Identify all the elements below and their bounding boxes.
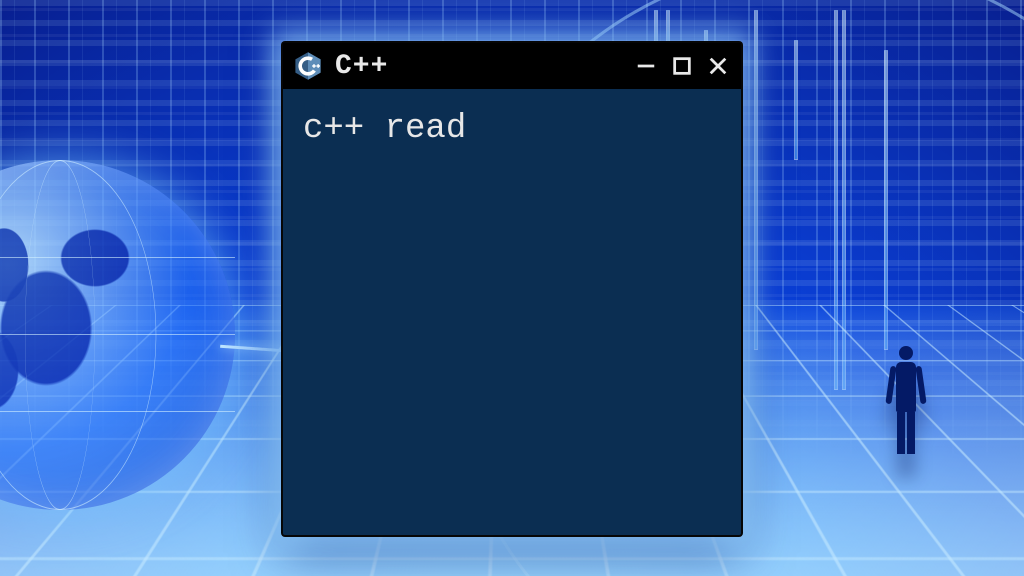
close-button[interactable] — [707, 55, 729, 77]
titlebar[interactable]: C++ — [283, 43, 741, 89]
terminal-text: c++ read — [303, 110, 466, 148]
window-title: C++ — [335, 51, 388, 82]
window-controls — [635, 55, 729, 77]
background: C++ c++ read — [0, 0, 1024, 576]
terminal-window: C++ c++ read — [283, 43, 741, 535]
person-silhouette-decor — [888, 346, 924, 456]
maximize-button[interactable] — [671, 55, 693, 77]
minimize-button[interactable] — [635, 55, 657, 77]
cpp-logo-icon — [293, 51, 323, 81]
terminal-content[interactable]: c++ read — [283, 89, 741, 535]
